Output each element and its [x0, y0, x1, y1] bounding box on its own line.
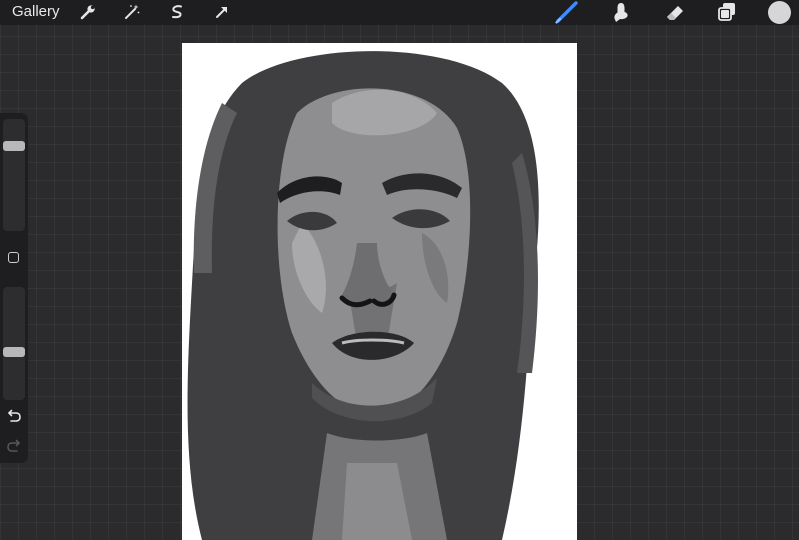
redo-icon[interactable] — [6, 439, 22, 453]
color-swatch-button[interactable] — [766, 0, 792, 24]
gallery-button[interactable]: Gallery — [12, 1, 60, 23]
layers-icon[interactable] — [713, 0, 741, 24]
brush-opacity-handle[interactable] — [3, 347, 25, 357]
magic-wand-icon[interactable] — [118, 0, 146, 24]
drawing-canvas[interactable] — [182, 43, 577, 540]
eraser-icon[interactable] — [661, 0, 689, 24]
wrench-icon[interactable] — [74, 0, 102, 24]
modify-button[interactable] — [8, 252, 19, 263]
brush-icon[interactable] — [553, 0, 581, 24]
top-toolbar: Gallery — [0, 0, 799, 25]
brush-size-handle[interactable] — [3, 141, 25, 151]
left-sidebar — [0, 113, 28, 463]
brush-opacity-slider[interactable] — [3, 287, 25, 400]
selection-s-icon[interactable] — [163, 0, 191, 24]
undo-icon[interactable] — [6, 409, 22, 423]
smudge-icon[interactable] — [607, 0, 635, 24]
current-color-swatch — [767, 0, 791, 24]
brush-size-slider[interactable] — [3, 119, 25, 231]
portrait-painting — [187, 51, 539, 540]
transform-arrow-icon[interactable] — [208, 0, 236, 24]
